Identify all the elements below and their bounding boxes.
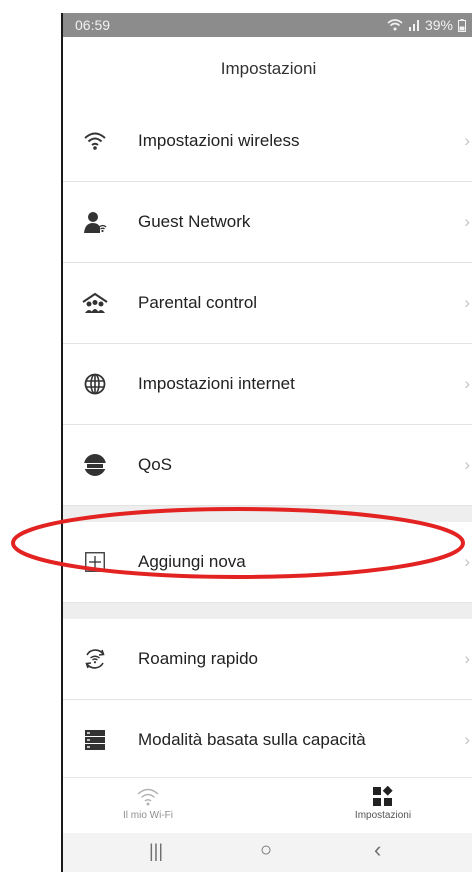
status-bar: 06:59 39% <box>63 13 472 37</box>
tab-label: Il mio Wi-Fi <box>123 810 173 821</box>
recent-apps-button[interactable]: ||| <box>149 841 163 862</box>
settings-item-label: Roaming rapido <box>138 649 259 668</box>
battery-percent: 39% <box>424 17 453 33</box>
guest-user-icon <box>81 208 109 236</box>
wifi-signal-icon <box>387 19 403 31</box>
battery-icon <box>458 18 466 32</box>
chevron-right-icon: › <box>464 730 470 749</box>
home-button[interactable]: ○ <box>260 839 272 862</box>
settings-item-label: Modalità basata sulla capacità <box>138 730 366 749</box>
settings-item-label: Guest Network <box>138 212 251 231</box>
settings-item-label: Impostazioni internet <box>138 374 295 393</box>
settings-item-label: Parental control <box>138 293 258 312</box>
server-icon <box>81 726 109 754</box>
settings-item-fast-roaming[interactable]: Roaming rapido › <box>63 619 472 700</box>
settings-item-parental-control[interactable]: Parental control › <box>63 263 472 344</box>
settings-item-label: QoS <box>138 455 173 474</box>
chevron-right-icon: › <box>464 131 470 150</box>
chevron-right-icon: › <box>464 374 470 393</box>
settings-item-qos[interactable]: QoS › <box>63 425 472 506</box>
settings-item-wireless[interactable]: Impostazioni wireless › <box>63 101 472 182</box>
settings-item-label: Aggiungi nova <box>138 552 246 571</box>
family-icon <box>81 289 109 317</box>
settings-item-capacity-mode[interactable]: Modalità basata sulla capacità › <box>63 700 472 781</box>
settings-item-internet[interactable]: Impostazioni internet › <box>63 344 472 425</box>
app-bar: Impostazioni <box>63 37 472 101</box>
section-divider <box>63 506 472 522</box>
roaming-icon <box>81 645 109 673</box>
wifi-icon <box>81 127 109 155</box>
settings-list: Impostazioni wireless › Guest Network › … <box>63 101 472 781</box>
globe-icon <box>81 370 109 398</box>
settings-item-label: Impostazioni wireless <box>138 131 300 150</box>
tab-label: Impostazioni <box>354 810 412 821</box>
tab-settings[interactable]: Impostazioni <box>318 784 448 821</box>
chevron-right-icon: › <box>464 649 470 668</box>
chevron-right-icon: › <box>464 293 470 312</box>
cell-signal-icon <box>408 20 419 31</box>
chevron-right-icon: › <box>464 455 470 474</box>
settings-item-guest-network[interactable]: Guest Network › <box>63 182 472 263</box>
back-button[interactable]: ‹ <box>374 837 381 863</box>
qos-icon <box>81 451 109 479</box>
settings-item-add-node[interactable]: Aggiungi nova › <box>63 522 472 603</box>
section-divider <box>63 603 472 619</box>
settings-grid-icon <box>318 784 448 810</box>
plus-box-icon <box>81 548 109 576</box>
chevron-right-icon: › <box>464 552 470 571</box>
wifi-icon <box>83 784 213 810</box>
phone-screen: 06:59 39% Impostazioni Impostazioni wire… <box>61 13 472 872</box>
chevron-right-icon: › <box>464 212 470 231</box>
page-title: Impostazioni <box>220 59 317 78</box>
status-time: 06:59 <box>75 17 111 33</box>
tab-my-wifi[interactable]: Il mio Wi-Fi <box>83 784 213 821</box>
system-nav-bar: ||| ○ ‹ <box>63 833 472 872</box>
status-indicators: 39% <box>387 17 466 33</box>
bottom-tab-bar: Il mio Wi-Fi Impostazioni <box>63 777 472 834</box>
